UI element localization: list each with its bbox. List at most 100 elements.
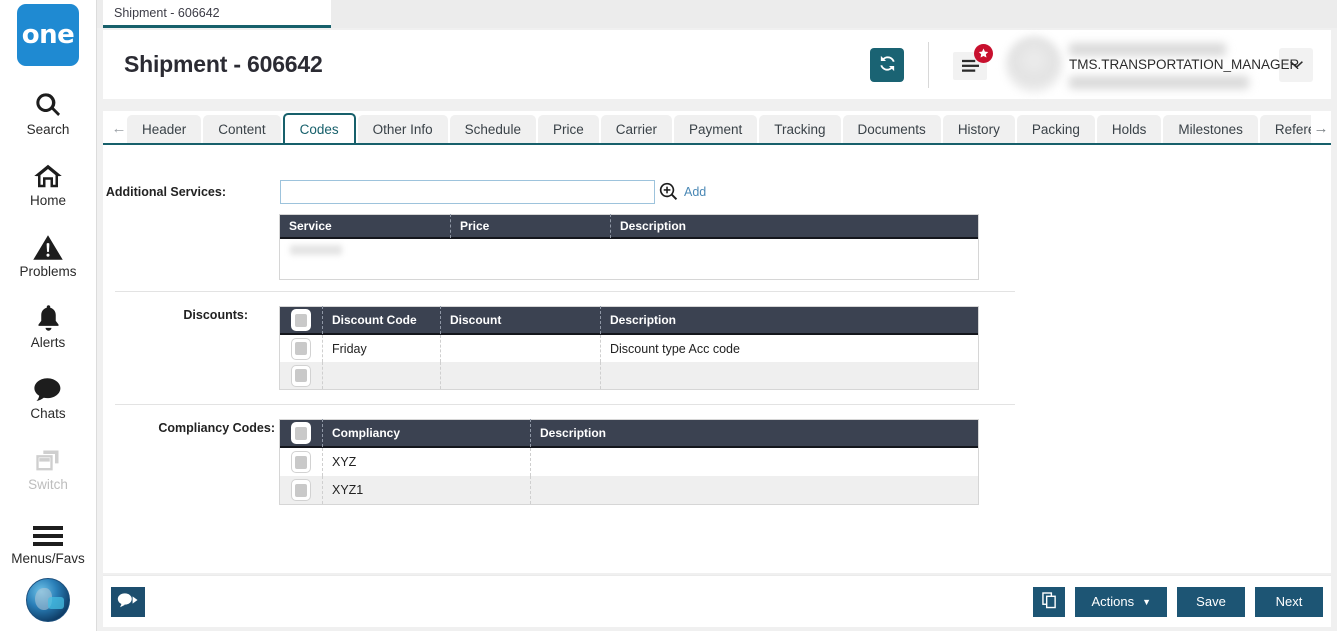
cell-description: Discount type Acc code (600, 335, 978, 362)
user-avatar[interactable] (1005, 35, 1063, 94)
chat-bubble-icon (117, 592, 139, 611)
home-icon (33, 156, 63, 190)
window-tab-shipment[interactable]: Shipment - 606642 (103, 0, 331, 28)
tab-schedule[interactable]: Schedule (449, 115, 536, 143)
sidebar-item-label: Alerts (30, 335, 66, 350)
tab-header[interactable]: Header (127, 115, 202, 143)
select-all-checkbox[interactable] (291, 309, 311, 331)
cell-compliancy: XYZ (322, 448, 530, 476)
column-header-description[interactable]: Description (530, 419, 978, 447)
cell-discount-code: Friday (322, 335, 440, 362)
tab-tracking[interactable]: Tracking (759, 115, 841, 143)
cell-price (450, 246, 610, 273)
user-id-label: TMS.TRANSPORTATION_MANAGER (1069, 56, 1300, 72)
table-row[interactable] (280, 362, 978, 389)
cell-description (610, 246, 978, 273)
compliancy-codes-grid: Compliancy Description XYZ XYZ1 (279, 419, 979, 505)
select-all-cell (280, 420, 322, 446)
section-divider-2 (115, 404, 1015, 405)
additional-services-input[interactable] (280, 180, 655, 204)
cell-discount (440, 362, 600, 389)
column-header-service[interactable]: Service (280, 214, 450, 238)
tab-carrier[interactable]: Carrier (600, 115, 672, 143)
actions-button[interactable]: Actions ▼ (1075, 586, 1167, 617)
section-divider-1 (115, 291, 1015, 292)
tab-content[interactable]: Content (203, 115, 281, 143)
row-checkbox[interactable] (291, 479, 311, 501)
refresh-button[interactable] (870, 47, 904, 82)
brand-logo[interactable]: one (17, 4, 79, 66)
tab-codes[interactable]: Codes (282, 113, 356, 143)
sidebar-item-chats[interactable]: Chats (0, 369, 97, 421)
row-placeholder-blurred (290, 245, 342, 255)
chat-bubble-button[interactable] (111, 586, 145, 617)
table-row[interactable] (280, 239, 978, 279)
row-checkbox[interactable] (291, 364, 311, 387)
cell-description (530, 448, 978, 476)
page-title: Shipment - 606642 (124, 51, 323, 77)
column-header-price[interactable]: Price (450, 214, 610, 238)
cell-description (600, 362, 978, 389)
sidebar-item-problems[interactable]: Problems (0, 227, 97, 279)
page-header: Shipment - 606642 TMS.TRANSPORTATION_MAN… (103, 30, 1331, 99)
brand-logo-text: one (21, 20, 75, 50)
column-header-description[interactable]: Description (600, 306, 978, 334)
actions-label: Actions (1091, 594, 1135, 609)
footer-action-bar: Actions ▼ Save Next (103, 575, 1331, 627)
hamburger-icon (33, 514, 63, 548)
tab-holds[interactable]: Holds (1096, 115, 1162, 143)
sidebar-item-alerts[interactable]: Alerts (0, 298, 97, 350)
grid-header-row: Service Price Description (280, 214, 978, 239)
column-header-discount-code[interactable]: Discount Code (322, 306, 440, 334)
header-actions: TMS.TRANSPORTATION_MANAGER (870, 30, 1331, 99)
row-select-cell (280, 448, 322, 476)
sidebar-item-home[interactable]: Home (0, 156, 97, 208)
refresh-icon (878, 54, 897, 76)
column-header-description[interactable]: Description (610, 214, 978, 238)
tab-bar: ← Header Content Codes Other Info Schedu… (103, 111, 1331, 145)
select-all-cell (280, 307, 322, 333)
app-root: one Search Home Problems Alerts Chats Sw… (0, 0, 1337, 631)
user-globe-avatar[interactable] (26, 578, 70, 622)
table-row[interactable]: XYZ1 (280, 476, 978, 504)
add-service-link[interactable]: Add (684, 185, 706, 199)
column-header-discount[interactable]: Discount (440, 306, 600, 334)
grid-header-row: Discount Code Discount Description (280, 306, 978, 335)
save-button[interactable]: Save (1177, 586, 1245, 617)
select-all-checkbox[interactable] (291, 422, 311, 444)
tab-payment[interactable]: Payment (673, 115, 758, 143)
table-row[interactable]: XYZ (280, 448, 978, 476)
tab-scroll-left-button[interactable]: ← (111, 113, 127, 143)
table-row[interactable]: Friday Discount type Acc code (280, 335, 978, 362)
compliancy-codes-label: Compliancy Codes: (158, 421, 275, 435)
browser-tab-strip: Shipment - 606642 (97, 0, 1337, 28)
magnifier-plus-icon[interactable] (659, 182, 678, 204)
user-info[interactable]: TMS.TRANSPORTATION_MANAGER (1069, 36, 1299, 94)
cell-compliancy: XYZ1 (322, 476, 530, 504)
sidebar-item-switch[interactable]: Switch (0, 440, 97, 492)
notifications-button[interactable] (953, 43, 993, 82)
user-display-name-blurred (1069, 42, 1226, 56)
switch-icon (34, 440, 62, 474)
tab-price[interactable]: Price (537, 115, 599, 143)
cell-discount (440, 335, 600, 362)
discounts-grid: Discount Code Discount Description Frida… (279, 306, 979, 390)
next-button[interactable]: Next (1255, 586, 1323, 617)
cell-description (530, 476, 978, 504)
column-header-compliancy[interactable]: Compliancy (322, 419, 530, 447)
additional-services-label: Additional Services: (105, 185, 226, 199)
row-select-cell (280, 362, 322, 389)
tab-packing[interactable]: Packing (1016, 115, 1095, 143)
header-divider (928, 41, 929, 88)
user-org-blurred (1069, 75, 1249, 89)
row-checkbox[interactable] (291, 337, 311, 360)
tab-other-info[interactable]: Other Info (357, 115, 448, 143)
tab-documents[interactable]: Documents (842, 115, 941, 143)
tab-milestones[interactable]: Milestones (1163, 115, 1258, 143)
tab-history[interactable]: History (942, 115, 1015, 143)
copy-page-button[interactable] (1033, 586, 1066, 617)
sidebar-item-search[interactable]: Search (0, 85, 97, 137)
row-checkbox[interactable] (291, 451, 311, 473)
sidebar-item-menus-favs[interactable]: Menus/Favs (0, 514, 97, 566)
tab-scroll-right-button[interactable]: → (1311, 113, 1331, 143)
